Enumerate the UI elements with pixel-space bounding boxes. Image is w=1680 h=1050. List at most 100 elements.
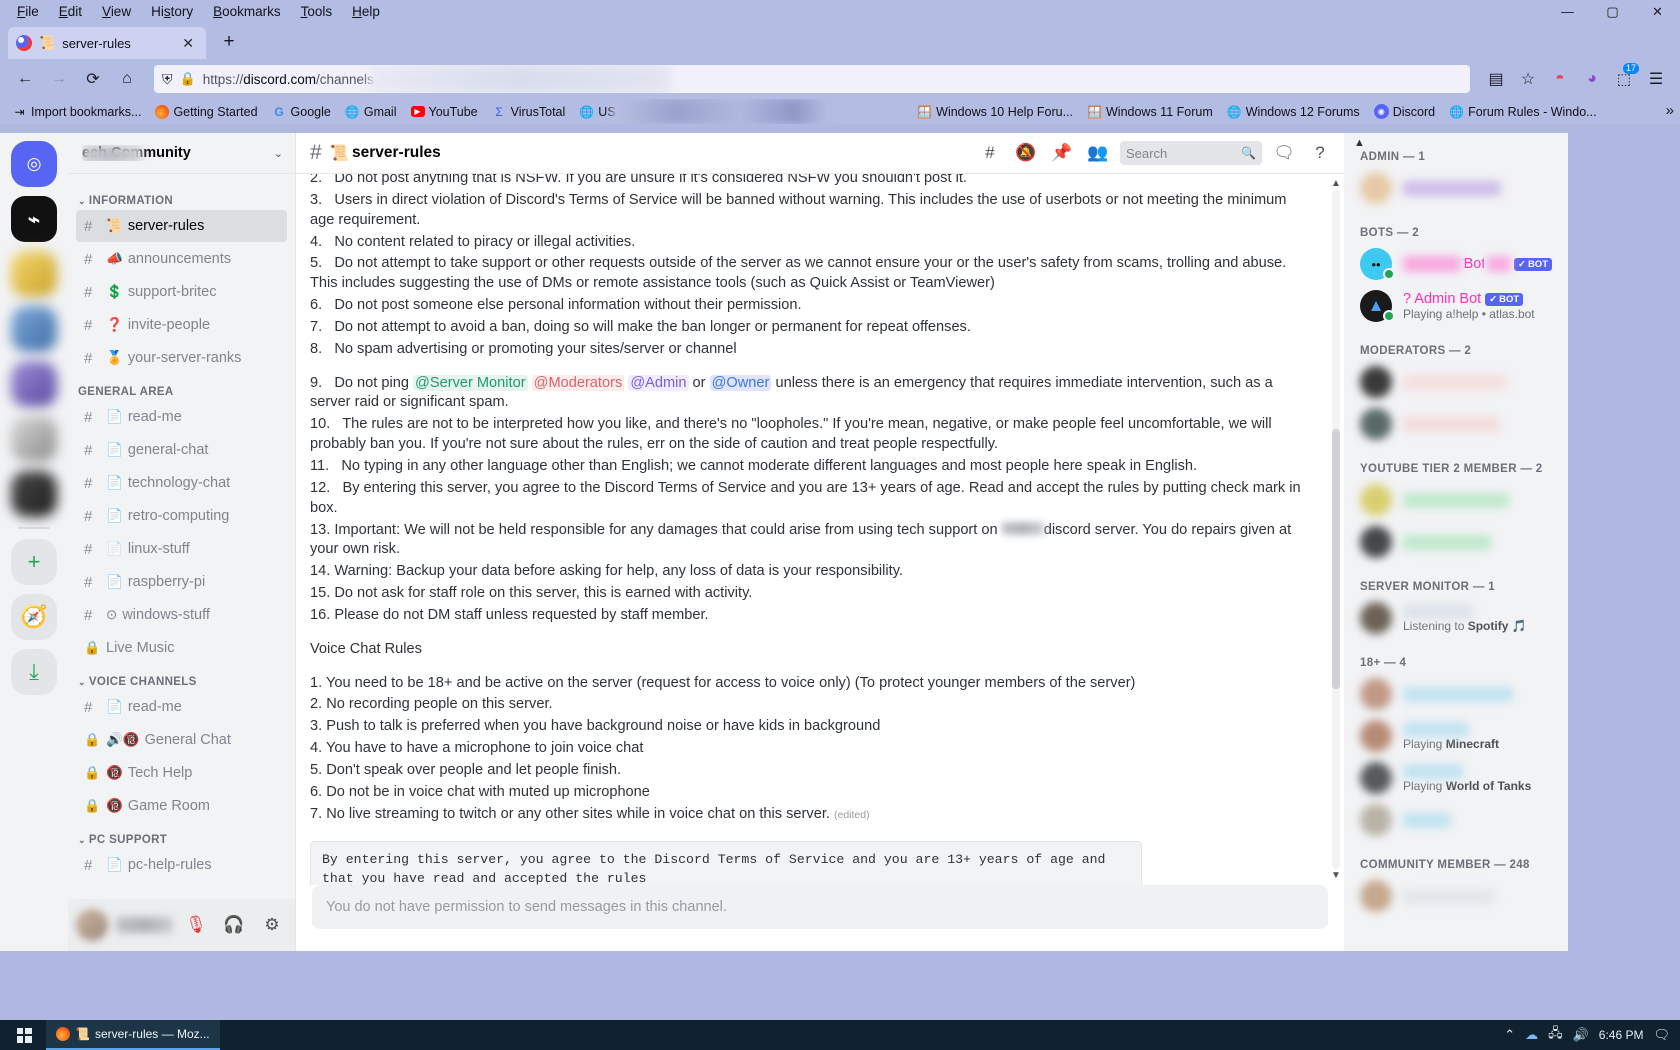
bookmark-getting-started[interactable]: Getting Started [149,104,263,120]
avatar[interactable] [1360,804,1392,836]
server-header[interactable]: ech Community ⌄ [68,133,295,174]
avatar[interactable] [1360,720,1392,752]
inbox-icon[interactable]: 🗨 [1270,139,1298,167]
channel-live-music[interactable]: 🔒 Live Music [76,632,287,664]
category-information[interactable]: ⌄ INFORMATION [68,184,295,210]
member-row[interactable]: ▲ ? Admin Bot ✓ BOT Playing a!help • atl… [1352,285,1560,327]
guild-item[interactable] [11,251,57,297]
address-bar[interactable]: ⛨ 🔒 https://discord.com/channels [154,65,1470,93]
back-icon[interactable]: ← [10,64,40,94]
menu-view[interactable]: View [93,2,140,21]
extensions-icon[interactable]: ⬚ 17 [1610,63,1639,93]
tab-server-rules[interactable]: 📜 server-rules ✕ [8,27,206,59]
avatar[interactable] [1360,526,1392,558]
member-row[interactable] [1352,799,1560,841]
close-button[interactable]: ✕ [1635,0,1680,23]
message-scroll-area[interactable]: 2. Do not post anything that is NSFW. If… [296,174,1344,885]
category-pc-support[interactable]: ⌄ PC SUPPORT [68,823,295,849]
guild-home-button[interactable]: ◎ [11,141,57,187]
onedrive-icon[interactable]: ☁ [1525,1027,1538,1043]
chevron-down-icon[interactable]: ⌄ [274,147,283,160]
member-row[interactable] [1352,403,1560,445]
account-icon[interactable]: ◕ [1578,65,1606,93]
member-row[interactable] [1352,479,1560,521]
channel-voice-read-me[interactable]: # 📄 read-me [76,691,287,723]
channel-announcements[interactable]: # 📣 announcements [76,243,287,275]
channel-windows-stuff[interactable]: # ⊙ windows-stuff [76,599,287,631]
notification-off-icon[interactable]: 🔕 [1012,139,1040,167]
channel-support-britec[interactable]: # 💲 support-britec [76,276,287,308]
channel-your-server-ranks[interactable]: # 🏅 your-server-ranks [76,342,287,374]
avatar[interactable] [76,909,108,941]
avatar[interactable] [1360,172,1392,204]
bookmark-gmail[interactable]: 🌐 Gmail [339,103,403,120]
channel-voice-general-chat[interactable]: 🔒 🔊🔞 General Chat [76,724,287,756]
volume-icon[interactable]: 🔊 [1573,1027,1589,1043]
channel-general-chat[interactable]: # 📄 general-chat [76,434,287,466]
avatar[interactable] [1360,484,1392,516]
pinned-messages-icon[interactable]: 📌 [1048,139,1076,167]
category-general-area[interactable]: GENERAL AREA [68,375,295,401]
avatar[interactable] [1360,408,1392,440]
channel-list[interactable]: ⌄ INFORMATION # 📜 server-rules # 📣 announceme… [68,174,295,899]
bookmark-youtube[interactable]: ▶ YouTube [405,104,484,120]
avatar[interactable] [1360,880,1392,912]
channel-voice-game-room[interactable]: 🔒 🔞 Game Room [76,790,287,822]
notifications-icon[interactable]: 🗨 [1653,1027,1670,1043]
pocket-icon[interactable]: ◓ [1546,65,1574,93]
member-list[interactable]: ▲ ADMIN — 1 BOTS — 2 •• Bot ✓ BOT ▲ ? Ad… [1344,133,1568,951]
menu-edit[interactable]: Edit [50,2,91,21]
member-row[interactable] [1352,521,1560,563]
bookmark-windows-12-forums[interactable]: 🌐 Windows 12 Forums [1221,103,1366,120]
channel-raspberry-pi[interactable]: # 📄 raspberry-pi [76,566,287,598]
explore-servers-button[interactable]: 🧭 [11,594,57,640]
mention-admin[interactable]: @Admin [628,374,689,391]
bookmark-virustotal[interactable]: Σ VirusTotal [486,103,572,120]
avatar[interactable] [1360,602,1392,634]
clock[interactable]: 6:46 PM [1599,1029,1644,1042]
menu-tools[interactable]: Tools [292,2,342,21]
new-tab-button[interactable]: + [214,27,244,57]
mention-server-monitor[interactable]: @Server Monitor [413,374,528,391]
member-row[interactable]: •• Bot ✓ BOT [1352,243,1560,285]
avatar[interactable] [1360,678,1392,710]
category-voice-channels[interactable]: ⌄ VOICE CHANNELS [68,665,295,691]
member-row[interactable]: Listening to Spotify 🎵 [1352,597,1560,639]
reader-view-icon[interactable]: ▤ [1482,65,1510,93]
start-button[interactable] [2,1020,46,1050]
scrollbar-thumb[interactable] [1332,429,1340,689]
menu-file[interactable]: File [8,2,48,21]
guild-item[interactable] [11,361,57,407]
shield-icon[interactable]: ⛨ [162,71,173,88]
add-server-button[interactable]: + [11,539,57,585]
channel-linux-stuff[interactable]: # 📄 linux-stuff [76,533,287,565]
member-scroll-up-icon[interactable]: ▲ [1354,137,1365,149]
bookmark-import[interactable]: ⇥ Import bookmarks... [6,103,147,120]
guild-item[interactable] [11,306,57,352]
taskbar-item-firefox[interactable]: 📜 server-rules — Moz... [46,1020,220,1050]
channel-technology-chat[interactable]: # 📄 technology-chat [76,467,287,499]
member-row[interactable]: Playing Minecraft [1352,715,1560,757]
guild-item[interactable] [11,416,57,462]
avatar[interactable] [1360,366,1392,398]
channel-voice-tech-help[interactable]: 🔒 🔞 Tech Help [76,757,287,789]
mention-owner[interactable]: @Owner [709,374,772,391]
download-apps-button[interactable]: ⤓ [11,649,57,695]
member-row[interactable] [1352,875,1560,917]
chevron-up-icon[interactable]: ⌃ [1504,1027,1515,1043]
bookmarks-overflow-icon[interactable]: » [1666,102,1674,119]
avatar[interactable] [1360,762,1392,794]
member-row[interactable] [1352,361,1560,403]
bookmark-forum-rules[interactable]: 🌐 Forum Rules - Windo... [1443,103,1603,120]
member-row[interactable]: Playing World of Tanks [1352,757,1560,799]
message-scrollbar[interactable]: ▲ ▼ [1328,174,1344,885]
menu-help[interactable]: Help [343,2,389,21]
mic-muted-icon[interactable]: 🎙 [181,910,211,940]
tab-close-icon[interactable]: ✕ [178,35,198,52]
help-icon[interactable]: ? [1306,139,1334,167]
channel-pc-help-rules[interactable]: # 📄 pc-help-rules [76,849,287,881]
channel-read-me[interactable]: # 📄 read-me [76,401,287,433]
member-row[interactable] [1352,167,1560,209]
channel-server-rules[interactable]: # 📜 server-rules [76,210,287,242]
bookmark-discord[interactable]: ◉ Discord [1368,103,1441,120]
